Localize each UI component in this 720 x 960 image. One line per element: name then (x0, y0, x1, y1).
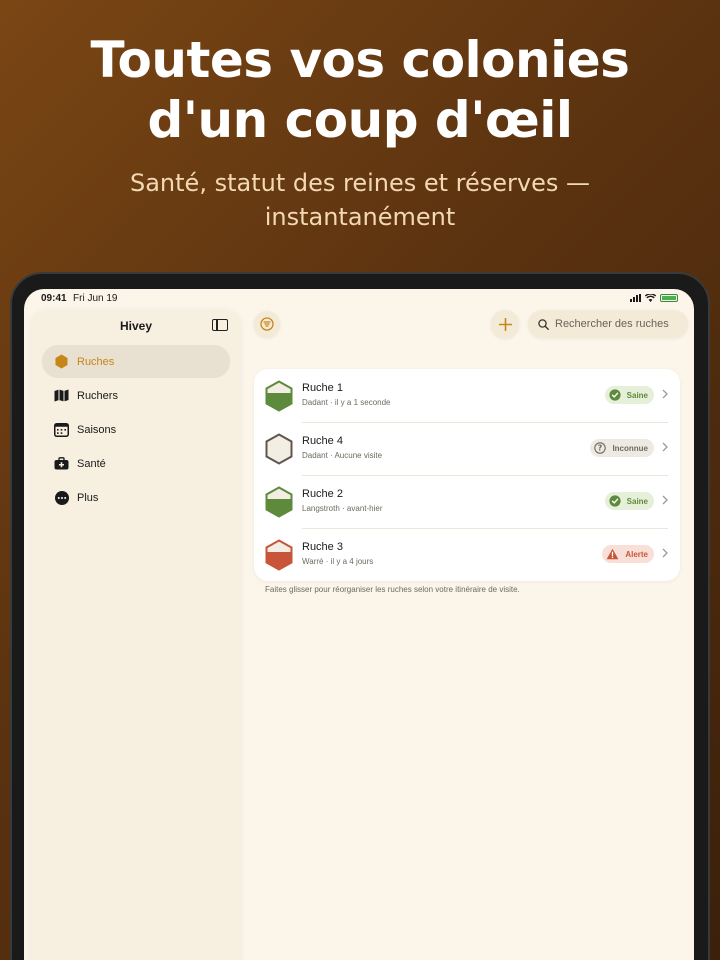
chevron-right-icon (662, 442, 668, 452)
sidebar-item-label: Ruches (77, 355, 115, 368)
status-label: Saine (626, 390, 648, 400)
sidebar-toggle-icon[interactable] (212, 319, 228, 331)
check-seal-icon (609, 495, 621, 507)
hive-type: Dadant (302, 398, 328, 407)
subheadline-line-1: Santé, statut des reines et réserves — (129, 169, 591, 197)
sidebar-item-saisons[interactable]: Saisons (42, 413, 230, 446)
sidebar-title: Hivey (119, 319, 153, 333)
sidebar-item-label: Santé (77, 457, 106, 470)
hive-healthy-icon (265, 380, 293, 412)
hive-last-visit: avant-hier (346, 504, 383, 513)
hive-subtitle: Warré · il y a 4 jours (302, 557, 374, 566)
svg-text:?: ? (598, 444, 603, 453)
sidebar-item-label: Plus (77, 491, 99, 504)
hive-name: Ruche 4 (302, 435, 343, 447)
status-badge: ? Inconnue (590, 439, 654, 457)
search-placeholder: Rechercher des ruches (555, 318, 669, 330)
status-label: Alerte (625, 549, 648, 559)
sidebar-item-ruchers[interactable]: Ruchers (42, 379, 230, 412)
chevron-right-icon (662, 495, 668, 505)
status-label: Inconnue (612, 443, 648, 453)
status-label: Saine (626, 496, 648, 506)
hive-healthy-icon (265, 486, 293, 518)
hive-unknown-icon (265, 433, 293, 465)
filter-button[interactable] (254, 311, 280, 337)
hive-type: Langstroth (302, 504, 340, 513)
calendar-icon (54, 422, 69, 437)
sidebar-item-plus[interactable]: Plus (42, 481, 230, 514)
hive-name: Ruche 2 (302, 488, 343, 500)
hive-name: Ruche 3 (302, 541, 343, 553)
hive-type: Dadant (302, 451, 328, 460)
sidebar-item-label: Saisons (77, 423, 117, 436)
search-field[interactable]: Rechercher des ruches (528, 310, 688, 338)
map-icon (54, 388, 69, 403)
warning-icon (606, 548, 619, 560)
headline-line-2: d'un coup d'œil (147, 91, 573, 149)
subheadline-line-2: instantanément (264, 203, 456, 231)
chevron-right-icon (662, 548, 668, 558)
hive-last-visit: il y a 4 jours (330, 557, 374, 566)
sidebar-item-sante[interactable]: Santé (42, 447, 230, 480)
sidebar-item-label: Ruchers (77, 389, 118, 402)
signal-icon (630, 294, 641, 302)
status-bar: 09:41 Fri Jun 19 (24, 289, 694, 309)
hive-row-ruche-1[interactable]: Ruche 1 Dadant · il y a 1 seconde Saine (254, 369, 680, 422)
status-badge: Saine (604, 386, 654, 404)
app-screen: 09:41 Fri Jun 19 Hivey Ruches Ruchers Sa… (24, 289, 694, 960)
hive-alert-icon (265, 539, 293, 571)
hive-last-visit: Aucune visite (334, 451, 383, 460)
battery-icon (660, 294, 678, 302)
hive-subtitle: Langstroth · avant-hier (302, 504, 383, 513)
status-date: Fri Jun 19 (73, 293, 118, 304)
hive-name: Ruche 1 (302, 382, 343, 394)
hive-subtitle: Dadant · il y a 1 seconde (302, 398, 391, 407)
hive-row-ruche-2[interactable]: Ruche 2 Langstroth · avant-hier Saine (254, 475, 680, 528)
chevron-right-icon (662, 389, 668, 399)
hexagon-icon (54, 354, 69, 369)
headline: Toutes vos colonies d'un coup d'œil (0, 30, 720, 150)
plus-icon (498, 317, 512, 331)
search-icon (538, 318, 549, 330)
status-icons (630, 294, 678, 302)
hive-list: Ruche 1 Dadant · il y a 1 seconde Saine … (254, 369, 680, 581)
more-icon (54, 490, 69, 505)
hive-row-ruche-4[interactable]: Ruche 4 Dadant · Aucune visite ? Inconnu… (254, 422, 680, 475)
question-icon: ? (594, 442, 607, 454)
sidebar-nav: Ruches Ruchers Saisons Santé Plus (42, 345, 230, 515)
sidebar: Hivey Ruches Ruchers Saisons Santé Plus (32, 311, 240, 960)
sidebar-item-ruches[interactable]: Ruches (42, 345, 230, 378)
filter-icon (260, 317, 274, 331)
subheadline: Santé, statut des reines et réserves — i… (0, 166, 720, 234)
wifi-icon (645, 294, 656, 302)
hive-row-ruche-3[interactable]: Ruche 3 Warré · il y a 4 jours Alerte (254, 528, 680, 581)
add-hive-button[interactable] (491, 310, 519, 338)
hive-subtitle: Dadant · Aucune visite (302, 451, 383, 460)
reorder-hint: Faites glisser pour réorganiser les ruch… (265, 585, 520, 594)
check-seal-icon (609, 389, 621, 401)
hive-last-visit: il y a 1 seconde (334, 398, 391, 407)
hive-type: Warré (302, 557, 324, 566)
status-badge: Alerte (602, 545, 654, 563)
medical-kit-icon (54, 456, 69, 471)
headline-line-1: Toutes vos colonies (90, 31, 630, 89)
status-badge: Saine (604, 492, 654, 510)
status-time: 09:41 (41, 293, 67, 304)
